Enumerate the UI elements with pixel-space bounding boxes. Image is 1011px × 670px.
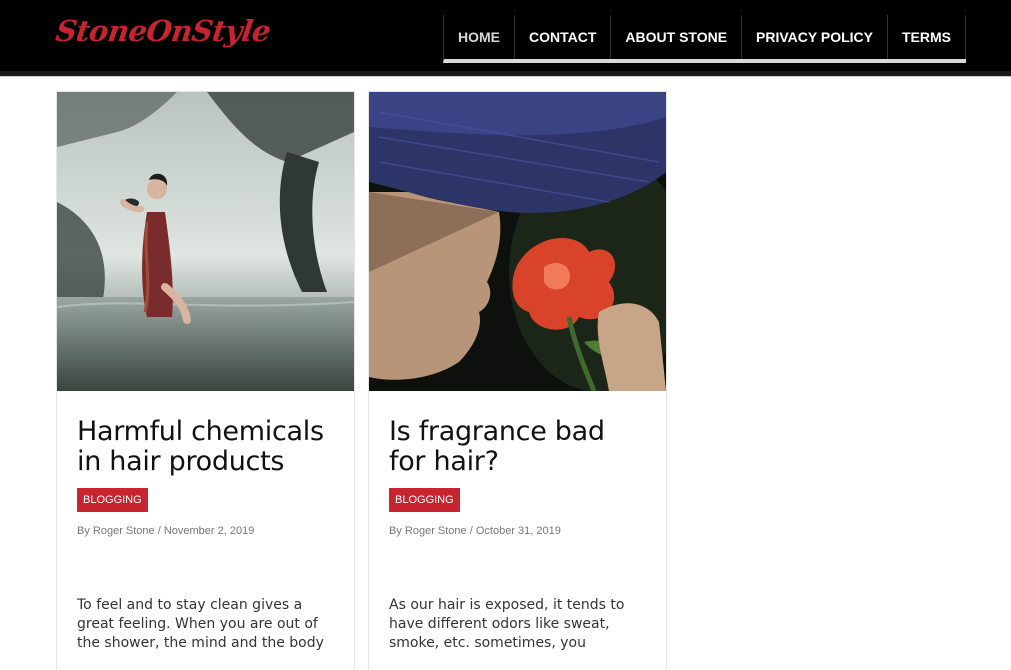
post-author[interactable]: By Roger Stone <box>77 525 155 537</box>
nav-contact[interactable]: CONTACT <box>515 15 612 59</box>
header-divider <box>0 71 1011 77</box>
nav-about-stone[interactable]: ABOUT STONE <box>611 15 743 59</box>
post-date[interactable]: November 2, 2019 <box>164 525 255 537</box>
post-title[interactable]: Is fragrance bad for hair? <box>389 417 649 477</box>
post-meta: By Roger Stone / October 31, 2019 <box>389 525 561 537</box>
post-author[interactable]: By Roger Stone <box>389 525 467 537</box>
post-thumbnail-image[interactable] <box>369 92 666 391</box>
category-badge[interactable]: BLOGGING <box>77 488 148 512</box>
main-nav: HOME CONTACT ABOUT STONE PRIVACY POLICY … <box>443 15 966 63</box>
post-card: Is fragrance bad for hair? BLOGGING By R… <box>368 91 667 670</box>
nav-home[interactable]: HOME <box>444 15 515 59</box>
nav-terms[interactable]: TERMS <box>888 15 966 59</box>
post-meta: By Roger Stone / November 2, 2019 <box>77 525 254 537</box>
post-thumbnail-image[interactable] <box>57 92 354 391</box>
post-title[interactable]: Harmful chemicals in hair products <box>77 417 337 477</box>
nav-privacy-policy[interactable]: PRIVACY POLICY <box>742 15 888 59</box>
category-badge[interactable]: BLOGGING <box>389 488 460 512</box>
site-logo[interactable]: StoneOnStyle <box>54 14 273 48</box>
post-excerpt: To feel and to stay clean gives a great … <box>77 597 324 651</box>
site-header: StoneOnStyle HOME CONTACT ABOUT STONE PR… <box>0 0 1011 77</box>
post-excerpt: As our hair is exposed, it tends to have… <box>389 597 625 651</box>
post-date[interactable]: October 31, 2019 <box>476 525 561 537</box>
post-card: Harmful chemicals in hair products BLOGG… <box>56 91 355 670</box>
